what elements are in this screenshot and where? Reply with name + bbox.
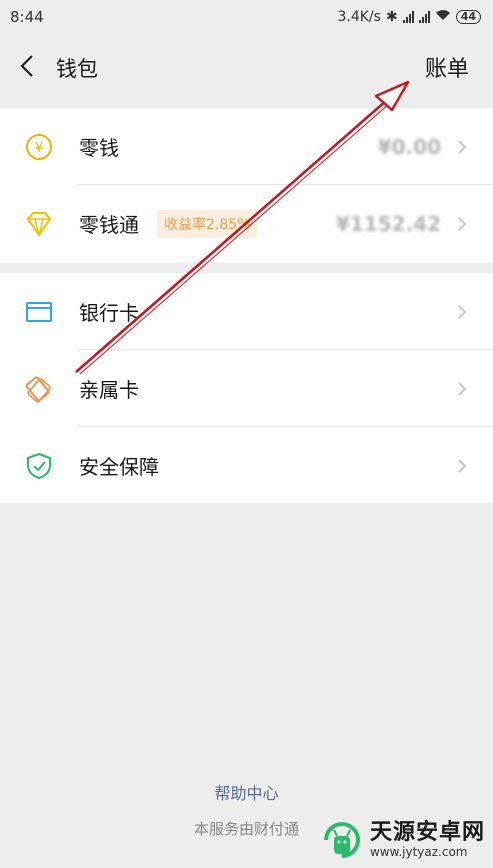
- diamond-icon: [26, 211, 52, 237]
- chevron-right-icon: [458, 458, 467, 473]
- row-label-bank-card: 银行卡: [79, 301, 139, 325]
- row-label-lingqiantong: 零钱通: [79, 213, 139, 237]
- status-indicators: 3.4K/s ✱ 44: [337, 9, 481, 25]
- status-time: 8:44: [10, 8, 44, 26]
- cards-group: 银行卡 亲属卡 安全保障: [0, 273, 493, 503]
- page-title: 钱包: [56, 57, 98, 81]
- yuan-coin-icon: ¥: [26, 133, 52, 160]
- row-family-card[interactable]: 亲属卡: [0, 350, 493, 427]
- chevron-right-icon: [458, 304, 467, 319]
- signal-icon-2: [418, 11, 430, 23]
- site-logo-icon: [323, 822, 360, 858]
- row-change[interactable]: ¥ 零钱 ¥0.00: [0, 108, 493, 185]
- row-label-change: 零钱: [79, 136, 119, 160]
- wifi-icon: [435, 9, 451, 25]
- row-bank-card[interactable]: 银行卡: [0, 273, 493, 350]
- chevron-right-icon: [458, 216, 467, 231]
- yield-badge: 收益率2.85%: [157, 209, 258, 238]
- bank-card-icon: [26, 301, 52, 322]
- row-security[interactable]: 安全保障: [0, 427, 493, 504]
- bluetooth-icon: ✱: [385, 9, 398, 25]
- bill-button[interactable]: 账单: [425, 51, 469, 83]
- help-center-link[interactable]: 帮助中心: [0, 780, 493, 804]
- shield-icon: [27, 452, 51, 479]
- family-card-icon: [25, 376, 51, 403]
- svg-text:¥: ¥: [35, 141, 43, 156]
- change-balance: ¥0.00: [377, 134, 441, 159]
- nav-bar: 钱包 账单: [0, 34, 493, 100]
- network-speed: 3.4K/s: [337, 9, 381, 25]
- watermark-title: 天源安卓网: [369, 820, 485, 846]
- back-arrow-icon[interactable]: [16, 54, 40, 78]
- chevron-right-icon: [458, 381, 467, 396]
- battery-icon: 44: [455, 10, 481, 24]
- chevron-right-icon: [458, 139, 467, 154]
- signal-icon: [402, 11, 414, 23]
- balance-group: ¥ 零钱 ¥0.00 零钱通 收益率2.85% ¥1152.42: [0, 108, 493, 263]
- lingqiantong-balance: ¥1152.42: [335, 211, 441, 236]
- row-label-security: 安全保障: [79, 455, 159, 479]
- row-lingqiantong[interactable]: 零钱通 收益率2.85% ¥1152.42: [0, 185, 493, 262]
- watermark-url: www.jytyaz.com: [369, 844, 468, 859]
- row-label-family-card: 亲属卡: [79, 378, 139, 402]
- watermark: 天源安卓网 www.jytyaz.com: [320, 818, 485, 862]
- status-bar: 8:44 3.4K/s ✱ 44: [0, 0, 493, 34]
